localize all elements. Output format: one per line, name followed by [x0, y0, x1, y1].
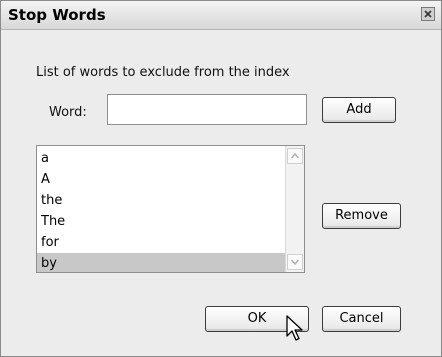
list-item[interactable]: the	[37, 190, 285, 211]
cancel-button[interactable]: Cancel	[322, 306, 401, 332]
scroll-down-button[interactable]	[287, 254, 303, 270]
stop-words-list[interactable]: a Athe The for by	[36, 145, 305, 273]
chevron-up-icon	[290, 152, 300, 159]
word-label: Word:	[49, 105, 87, 120]
list-item[interactable]: The	[37, 211, 285, 232]
instructions-text: List of words to exclude from the index	[36, 65, 290, 80]
scroll-up-button[interactable]	[287, 148, 303, 164]
word-input[interactable]	[107, 94, 307, 125]
list-items: a Athe The for by	[37, 148, 285, 272]
stop-words-dialog: Stop Words List of words to exclude from…	[0, 0, 442, 357]
list-item[interactable]: A	[37, 169, 285, 190]
list-item[interactable]: a	[37, 148, 285, 169]
title-bar[interactable]: Stop Words	[1, 1, 441, 30]
close-icon	[424, 10, 432, 18]
remove-button[interactable]: Remove	[322, 203, 401, 229]
list-item[interactable]: for	[37, 232, 285, 253]
close-button[interactable]	[421, 7, 435, 21]
add-button[interactable]: Add	[322, 97, 396, 123]
mouse-pointer-icon	[286, 315, 303, 341]
chevron-down-icon	[290, 259, 300, 266]
list-scrollbar[interactable]	[285, 146, 304, 272]
list-item[interactable]: by	[37, 253, 285, 272]
dialog-title: Stop Words	[8, 6, 106, 24]
